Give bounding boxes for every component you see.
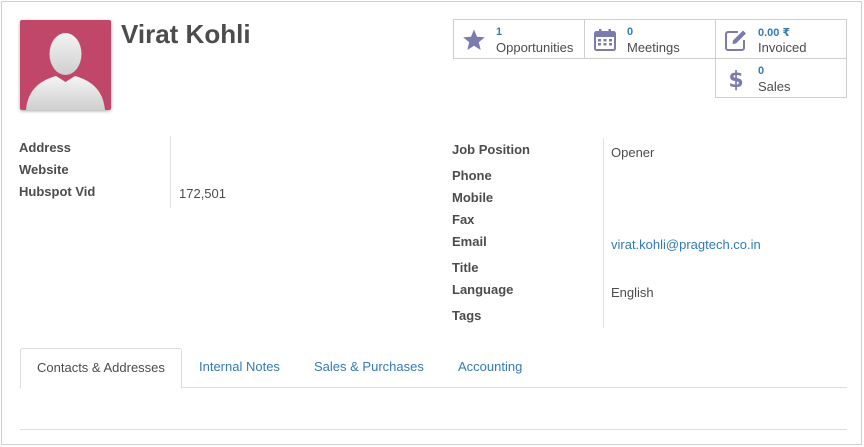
job-position-label: Job Position — [452, 142, 530, 157]
tags-label: Tags — [452, 308, 482, 323]
opportunities-label: Opportunities — [496, 40, 574, 55]
field-divider — [170, 136, 171, 208]
partner-name[interactable]: Virat Kohli — [121, 19, 251, 50]
partner-form-sheet: Virat Kohli 1 Opportunities 0 Meetings 0… — [1, 1, 862, 445]
svg-text:$: $ — [728, 68, 743, 91]
hubspot-vid-value[interactable]: 172,501 — [179, 186, 226, 201]
fax-label: Fax — [452, 212, 475, 227]
invoiced-amount: 0.00 ₹ — [758, 27, 791, 39]
notebook-tabs: Contacts & Addresses Internal Notes Sale… — [20, 348, 847, 389]
address-label: Address — [19, 140, 72, 155]
sales-button[interactable]: $ 0 Sales — [715, 58, 847, 98]
sales-label: Sales — [758, 79, 791, 94]
avatar[interactable] — [20, 20, 111, 110]
invoiced-label: Invoiced — [758, 40, 807, 55]
sales-count: 0 — [758, 65, 765, 77]
calendar-icon — [594, 29, 616, 51]
hubspot-vid-label: Hubspot Vid — [19, 184, 96, 199]
mobile-label: Mobile — [452, 190, 494, 205]
tab-accounting[interactable]: Accounting — [442, 348, 538, 388]
opportunities-button[interactable]: 1 Opportunities — [453, 19, 585, 59]
dollar-icon: $ — [728, 68, 743, 91]
job-position-value[interactable]: Opener — [611, 145, 654, 160]
tab-sales-purchases[interactable]: Sales & Purchases — [298, 348, 440, 388]
phone-label: Phone — [452, 168, 492, 183]
opportunities-count: 1 — [496, 26, 503, 38]
tab-contacts-addresses[interactable]: Contacts & Addresses — [20, 348, 182, 389]
title-label: Title — [452, 260, 479, 275]
email-label: Email — [452, 234, 487, 249]
field-divider — [603, 138, 604, 328]
language-value[interactable]: English — [611, 285, 654, 300]
person-placeholder-icon — [26, 33, 105, 110]
tab-content-divider — [20, 429, 847, 430]
meetings-button[interactable]: 0 Meetings — [584, 19, 716, 59]
meetings-label: Meetings — [627, 40, 680, 55]
email-link[interactable]: virat.kohli@pragtech.co.in — [611, 237, 761, 252]
pencil-square-icon — [725, 30, 746, 51]
website-label: Website — [19, 162, 69, 177]
meetings-count: 0 — [627, 26, 634, 38]
invoiced-button[interactable]: 0.00 ₹ Invoiced — [715, 19, 847, 59]
tab-internal-notes[interactable]: Internal Notes — [183, 348, 296, 388]
star-icon — [463, 29, 485, 50]
language-label: Language — [452, 282, 514, 297]
